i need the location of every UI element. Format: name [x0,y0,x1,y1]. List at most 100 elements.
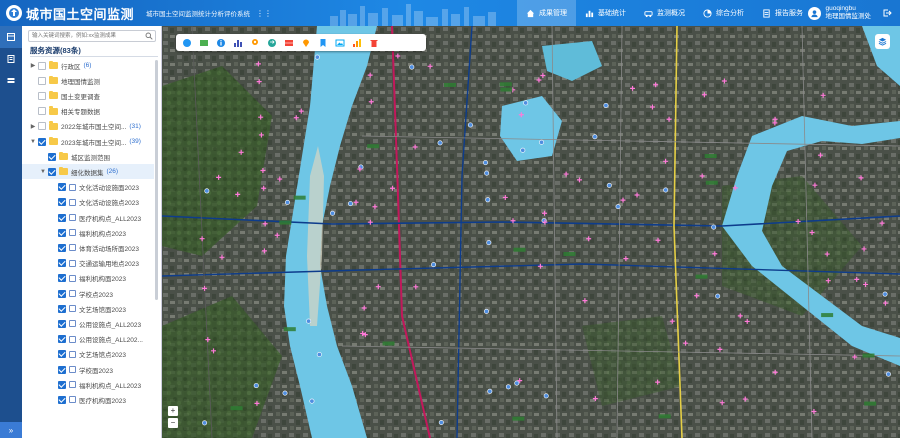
tree-layer[interactable]: 文化活动设施面2023 [22,180,139,195]
tree-checkbox[interactable] [58,365,66,374]
poi-marker-icon[interactable] [482,160,488,166]
tool-globe[interactable] [180,36,194,50]
poi-marker-icon[interactable] [486,240,492,246]
tree-layer[interactable]: 福利机构面2023 [22,271,126,286]
caret-down-icon[interactable]: ▼ [40,169,46,175]
expand-panel-button[interactable]: » [0,422,22,438]
apps-grid-icon[interactable]: ⋮⋮ [256,9,272,18]
tree-checkbox[interactable] [58,183,66,192]
tree-layer[interactable]: 医疗机构点_ALL2023 [22,210,141,225]
tree-checkbox[interactable] [48,167,56,176]
tree-layer[interactable]: 文艺场馆点2023 [22,347,126,362]
tool-swap[interactable] [265,36,279,50]
search-icon[interactable] [145,32,153,40]
tree-checkbox[interactable] [58,228,66,237]
panel-scrollbar[interactable] [155,60,158,300]
poi-marker-icon[interactable] [520,147,526,153]
tree-checkbox[interactable] [48,152,56,161]
poi-marker-icon[interactable] [484,170,490,176]
tool-image[interactable] [197,36,211,50]
tree-layer[interactable]: 公用设施点_ALL2023 [22,316,141,331]
tree-checkbox[interactable] [58,213,66,222]
tree-folder[interactable]: ▶ 行政区 (6) [22,58,91,73]
poi-marker-icon[interactable] [431,262,437,268]
tool-bookmark[interactable] [316,36,330,50]
poi-marker-icon[interactable] [500,87,513,92]
poi-marker-icon[interactable] [539,139,545,145]
poi-marker-icon[interactable] [279,220,292,225]
search-input[interactable] [29,31,139,41]
rail-layers-button[interactable] [0,26,22,48]
poi-marker-icon[interactable] [885,371,891,377]
tree-layer[interactable]: 医疗机构面2023 [22,392,126,407]
poi-marker-icon[interactable] [293,195,306,200]
caret-right-icon[interactable]: ▶ [30,123,36,130]
poi-marker-icon[interactable] [705,180,718,185]
poi-marker-icon[interactable] [202,420,208,426]
caret-down-icon[interactable]: ▼ [30,139,36,145]
tree-checkbox[interactable] [58,395,66,404]
poi-marker-icon[interactable] [658,414,671,419]
poi-marker-icon[interactable] [715,293,721,299]
poi-marker-icon[interactable] [704,154,717,159]
nav-item-results[interactable]: 成果管理 [517,0,576,26]
poi-marker-icon[interactable] [467,122,473,128]
tool-node[interactable] [248,36,262,50]
rail-data-button[interactable] [0,70,22,92]
poi-marker-icon[interactable] [663,187,669,193]
poi-marker-icon[interactable] [543,393,549,399]
poi-marker-icon[interactable] [499,82,512,87]
tree-checkbox[interactable] [58,350,66,359]
nav-item-stats[interactable]: 基础统计 [576,0,635,26]
poi-marker-icon[interactable] [382,341,395,346]
rail-catalog-button[interactable] [0,48,22,70]
poi-marker-icon[interactable] [695,274,708,279]
tree-folder[interactable]: 城区监测范围 [22,149,110,164]
poi-marker-icon[interactable] [821,313,834,318]
tree-checkbox[interactable] [38,91,46,100]
nav-item-analysis[interactable]: 综合分析 [694,0,753,26]
tree-checkbox[interactable] [38,61,46,70]
basemap-switch-button[interactable] [875,34,890,49]
poi-marker-icon[interactable] [367,144,380,149]
avatar[interactable] [807,6,821,20]
poi-marker-icon[interactable] [309,398,315,404]
map-view[interactable]: + − [162,26,900,438]
poi-marker-icon[interactable] [615,204,621,210]
tree-folder[interactable]: ▼ 细化数据集 (26) [22,164,154,180]
poi-marker-icon[interactable] [284,199,290,205]
logout-icon[interactable] [882,8,892,18]
tree-folder[interactable]: ▶ 2022年城市国土空间... (31) [22,119,141,134]
tree-checkbox[interactable] [58,198,66,207]
poi-marker-icon[interactable] [443,82,456,87]
tree-checkbox[interactable] [38,76,46,85]
caret-right-icon[interactable]: ▶ [30,62,36,69]
poi-marker-icon[interactable] [862,353,875,358]
poi-marker-icon[interactable] [306,318,312,324]
tree-checkbox[interactable] [58,335,66,344]
poi-marker-icon[interactable] [505,384,511,390]
nav-item-report[interactable]: 报告服务 [753,0,812,26]
poi-marker-icon[interactable] [882,291,888,297]
tree-checkbox[interactable] [58,243,66,252]
poi-marker-icon[interactable] [513,247,526,252]
tree-layer[interactable]: 文化活动设施点2023 [22,195,139,210]
poi-marker-icon[interactable] [330,210,336,216]
poi-marker-icon[interactable] [512,416,525,421]
poi-marker-icon[interactable] [204,188,210,194]
poi-marker-icon[interactable] [523,100,529,106]
poi-marker-icon[interactable] [437,140,443,146]
tool-delete[interactable] [367,36,381,50]
tool-chart[interactable] [350,36,364,50]
poi-marker-icon[interactable] [230,406,243,411]
poi-marker-icon[interactable] [563,252,576,257]
poi-marker-icon[interactable] [438,420,444,426]
poi-marker-icon[interactable] [283,327,296,332]
tool-info[interactable] [214,36,228,50]
tool-picture[interactable] [333,36,347,50]
tree-folder[interactable]: 地理国情监测 [22,73,100,88]
zoom-out-button[interactable]: − [168,418,178,428]
tree-checkbox[interactable] [38,107,46,116]
poi-marker-icon[interactable] [314,54,320,60]
poi-marker-icon[interactable] [603,102,609,108]
